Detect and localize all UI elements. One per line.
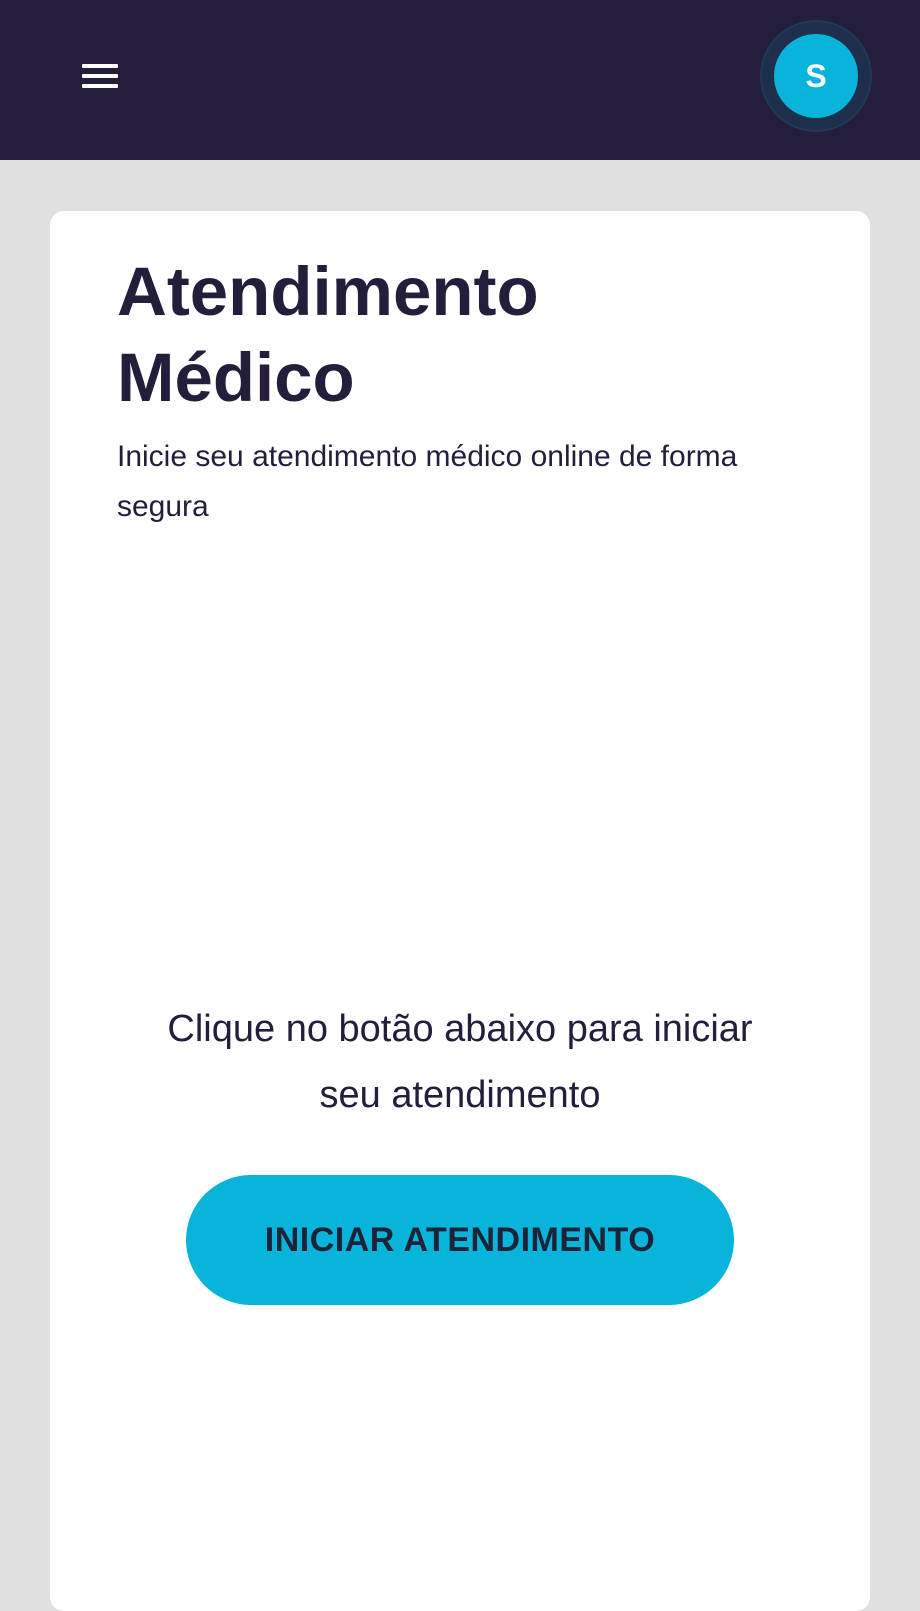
menu-icon-bar xyxy=(82,74,118,78)
menu-icon[interactable] xyxy=(78,60,122,92)
page-subtitle: Inicie seu atendimento médico online de … xyxy=(117,440,738,523)
menu-icon-bar xyxy=(82,84,118,88)
avatar[interactable]: S xyxy=(774,34,858,118)
start-appointment-button[interactable]: INICIAR ATENDIMENTO xyxy=(186,1175,734,1305)
menu-icon-bar xyxy=(82,64,118,68)
avatar-ring: S xyxy=(762,22,870,130)
instruction-text: Clique no botão abaixo para iniciar seu … xyxy=(167,1008,753,1116)
app-header: S xyxy=(0,0,920,160)
content-card: Atendimento Médico Inicie seu atendiment… xyxy=(50,211,870,1611)
page-title: Atendimento Médico xyxy=(117,253,539,416)
